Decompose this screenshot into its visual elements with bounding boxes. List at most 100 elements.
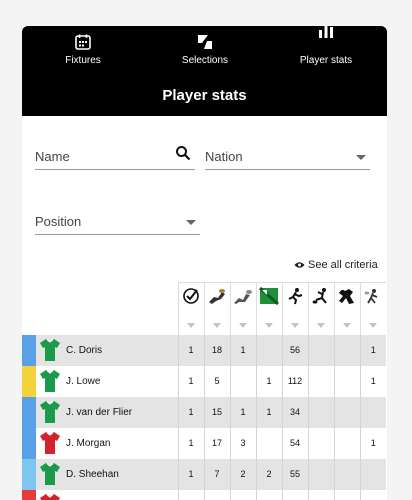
nation-select[interactable]: Nation: [205, 144, 370, 170]
sort-chevron-icon: [213, 322, 221, 328]
stat-value: [255, 489, 282, 500]
pass-icon: [364, 289, 378, 304]
stat-column-header[interactable]: [203, 282, 230, 335]
chevron-down-icon: [356, 155, 366, 160]
tackle-icon: [209, 289, 225, 304]
table-row[interactable]: [22, 489, 386, 500]
name-search-field[interactable]: Name: [35, 144, 195, 170]
stat-value: 7: [203, 458, 230, 490]
stat-column-header[interactable]: [359, 282, 386, 335]
team-color-stripe: [22, 334, 36, 366]
player-cell[interactable]: J. van der Flier: [36, 396, 178, 428]
kick-icon: [312, 288, 327, 304]
position-placeholder: Position: [35, 214, 82, 229]
stat-value: [333, 458, 360, 490]
stat-column-header[interactable]: [281, 282, 308, 335]
player-name: J. Lowe: [66, 375, 101, 387]
team-color-stripe: [22, 396, 36, 428]
stat-value: [359, 396, 386, 428]
sort-chevron-icon: [291, 322, 299, 328]
stat-value: 1: [255, 365, 282, 397]
player-cell[interactable]: [36, 489, 178, 500]
stat-value: 55: [281, 458, 308, 490]
stat-value: 1: [177, 458, 204, 490]
table-row[interactable]: C. Doris 1 18 1 56 1: [22, 334, 386, 366]
sort-chevron-icon: [369, 322, 378, 328]
nation-placeholder: Nation: [205, 149, 243, 164]
stat-value: [203, 489, 230, 500]
player-cell[interactable]: C. Doris: [36, 334, 178, 366]
selections-icon: [198, 35, 212, 49]
sort-chevron-icon: [265, 322, 273, 328]
stat-column-header[interactable]: [307, 282, 334, 335]
tab-player-stats-label: Player stats: [299, 55, 353, 66]
sort-chevron-icon: [187, 322, 195, 328]
calendar-icon: [75, 34, 91, 50]
stat-value: 56: [281, 334, 308, 366]
stat-value: 112: [281, 365, 308, 397]
jersey-icon: [40, 463, 60, 485]
stat-value: 18: [203, 334, 230, 366]
bar-chart-icon: [319, 26, 333, 38]
stat-value: [333, 365, 360, 397]
stat-column-header[interactable]: [333, 282, 360, 335]
position-select[interactable]: Position: [35, 209, 200, 235]
stat-value: [229, 365, 256, 397]
player-name: C. Doris: [66, 344, 103, 356]
search-icon[interactable]: [175, 145, 191, 161]
player-cell[interactable]: J. Lowe: [36, 365, 178, 397]
sort-chevron-icon: [317, 322, 325, 328]
player-name: D. Sheehan: [66, 468, 119, 480]
team-color-stripe: [22, 489, 36, 500]
stat-value: [333, 427, 360, 459]
player-info: J. van der Flier: [36, 400, 178, 424]
player-stats-table: C. Doris 1 18 1 56 1 J. Lowe 1 5 1 112 1 J. van der …: [22, 282, 386, 500]
top-navigation: Fixtures Selections Player stats Player …: [22, 26, 387, 116]
tab-player-stats[interactable]: Player stats: [271, 26, 381, 74]
player-info: D. Sheehan: [36, 462, 178, 486]
stat-column-header[interactable]: [255, 282, 282, 335]
stat-value: [229, 489, 256, 500]
table-row[interactable]: D. Sheehan 1 7 2 2 55: [22, 458, 386, 490]
stat-value: 3: [229, 427, 256, 459]
stat-value: 1: [359, 427, 386, 459]
eye-icon: [294, 262, 305, 268]
tab-fixtures[interactable]: Fixtures: [28, 26, 138, 74]
stat-value: 1: [177, 427, 204, 459]
stat-column-header[interactable]: [229, 282, 256, 335]
team-color-stripe: [22, 427, 36, 459]
table-row[interactable]: J. van der Flier 1 15 1 1 34: [22, 396, 386, 428]
chevron-down-icon: [186, 220, 196, 225]
stat-value: 2: [229, 458, 256, 490]
player-rows: C. Doris 1 18 1 56 1 J. Lowe 1 5 1 112 1 J. van der …: [22, 334, 386, 500]
stat-value: [359, 458, 386, 490]
see-all-criteria-label: See all criteria: [308, 259, 378, 271]
stat-column-header[interactable]: [177, 282, 204, 335]
stat-value: 5: [203, 365, 230, 397]
see-all-criteria-link[interactable]: See all criteria: [294, 259, 378, 271]
team-color-stripe: [22, 458, 36, 490]
name-placeholder: Name: [35, 149, 70, 164]
lineout-icon: [339, 289, 354, 304]
stat-value: [281, 489, 308, 500]
tab-selections-label: Selections: [181, 55, 229, 66]
try-icon: [234, 290, 252, 304]
player-cell[interactable]: J. Morgan: [36, 427, 178, 459]
jersey-icon: [40, 370, 60, 392]
page-title: Player stats: [162, 87, 247, 104]
stat-value: [333, 334, 360, 366]
player-info: J. Lowe: [36, 369, 178, 393]
jersey-icon: [40, 339, 60, 361]
stat-value: 1: [255, 396, 282, 428]
stat-value: [307, 458, 334, 490]
stat-value: 54: [281, 427, 308, 459]
player-cell[interactable]: D. Sheehan: [36, 458, 178, 490]
stat-value: [307, 489, 334, 500]
tab-selections[interactable]: Selections: [150, 26, 260, 74]
jersey-icon: [40, 432, 60, 454]
header-spacer: [22, 282, 178, 335]
stat-value: 1: [177, 365, 204, 397]
table-row[interactable]: J. Lowe 1 5 1 112 1: [22, 365, 386, 397]
stat-value: 34: [281, 396, 308, 428]
table-row[interactable]: J. Morgan 1 17 3 54 1: [22, 427, 386, 459]
